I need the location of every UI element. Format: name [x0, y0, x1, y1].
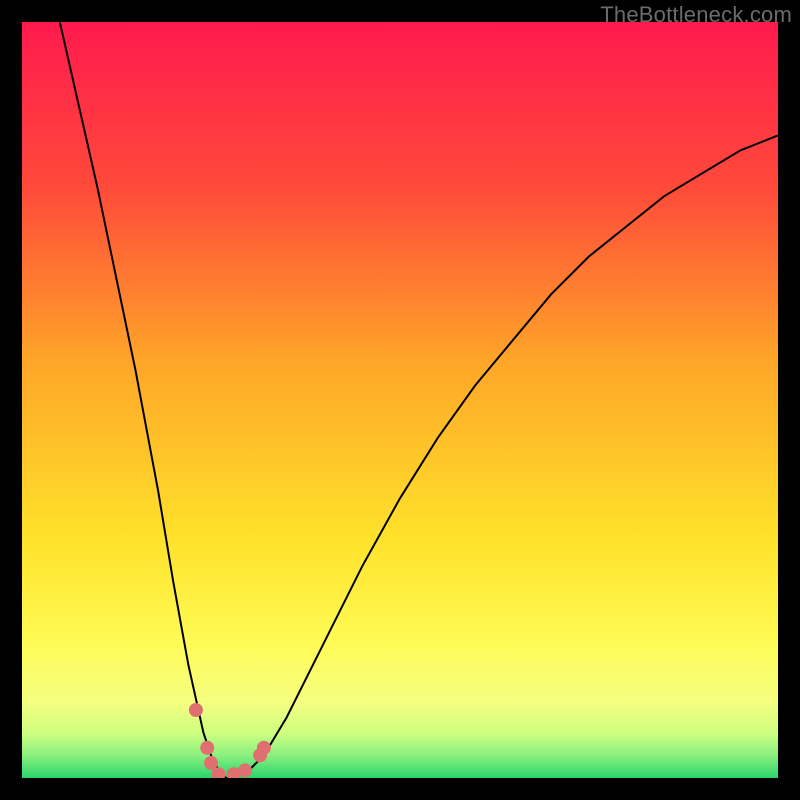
curve-marker: [189, 703, 203, 717]
gradient-background: [22, 22, 778, 778]
curve-marker: [200, 741, 214, 755]
curve-marker: [238, 763, 252, 777]
chart-frame: [22, 22, 778, 778]
curve-marker: [257, 741, 271, 755]
watermark-text: TheBottleneck.com: [600, 2, 792, 28]
bottleneck-chart: [22, 22, 778, 778]
